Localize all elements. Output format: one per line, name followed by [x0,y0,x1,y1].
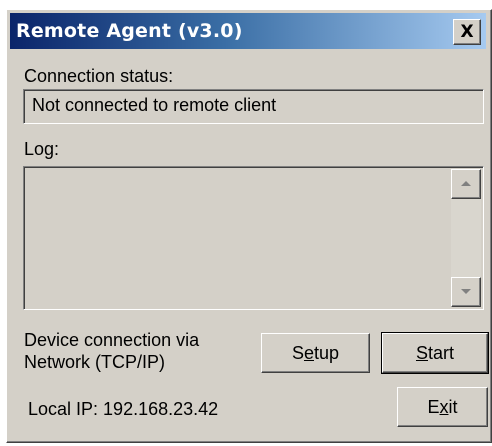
connection-status-value: Not connected to remote client [32,95,277,115]
remote-agent-dialog: Remote Agent (v3.0) X Connection status:… [6,9,492,443]
scroll-down-button[interactable] [451,277,481,307]
log-box[interactable] [23,166,484,310]
start-button[interactable]: Start [381,332,489,374]
start-label-accelerator: S [415,342,428,363]
setup-label-pre: S [291,342,304,363]
log-label: Log: [24,139,60,159]
setup-label-accelerator: e [303,342,314,363]
exit-button[interactable]: Exit [397,387,488,427]
exit-label-pre: E [427,396,440,417]
setup-label-post: tup [314,342,340,363]
exit-label-accelerator: x [439,396,449,417]
close-button[interactable]: X [453,19,481,45]
close-icon: X [460,21,474,42]
local-ip-label: Local IP: 192.168.23.42 [28,399,219,419]
title-bar[interactable]: Remote Agent (v3.0) X [10,13,486,49]
log-scrollbar[interactable] [451,169,481,307]
start-label-post: tart [428,342,455,363]
scroll-up-arrow-icon [461,181,471,186]
window-title: Remote Agent (v3.0) [16,20,243,42]
scroll-up-button[interactable] [451,169,481,199]
device-connection-label-line1: Device connection via [24,330,200,350]
setup-button[interactable]: Setup [261,333,370,373]
connection-status-label: Connection status: [24,66,174,86]
device-connection-label-line2: Network (TCP/IP) [24,352,166,372]
connection-status-field: Not connected to remote client [23,89,484,124]
scroll-down-arrow-icon [461,289,471,294]
exit-label-post: it [448,396,458,417]
